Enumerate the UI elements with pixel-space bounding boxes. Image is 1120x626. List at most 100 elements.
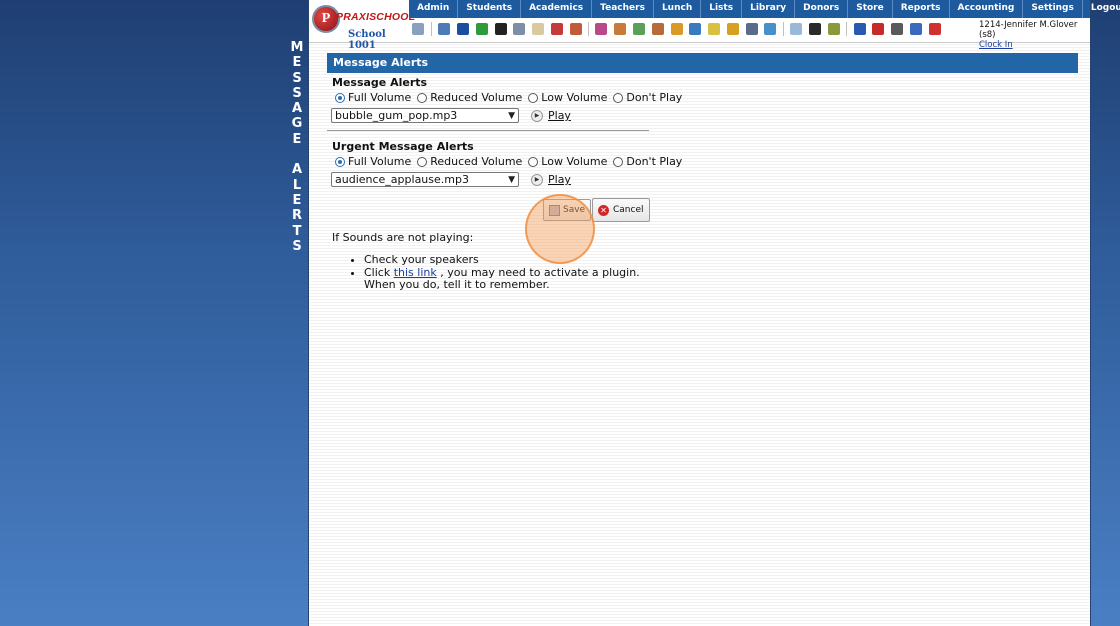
pencil-icon[interactable] — [707, 22, 721, 36]
register-icon[interactable] — [890, 22, 904, 36]
calendar-red-icon[interactable] — [550, 22, 564, 36]
book-icon[interactable] — [688, 22, 702, 36]
printer-icon[interactable] — [827, 22, 841, 36]
phone-icon[interactable] — [494, 22, 508, 36]
urgent-full-volume-radio[interactable] — [335, 156, 345, 167]
clock-in-link[interactable]: Clock In — [979, 40, 1090, 50]
header: P PRAXISCHOOL School 1001 Admin Students… — [309, 0, 1120, 51]
nav-students[interactable]: Students — [458, 0, 522, 18]
megaphone-icon[interactable] — [569, 22, 583, 36]
message-play-button[interactable]: ▶ Play — [531, 109, 571, 122]
side-title: M E S S A G E A L E R T S — [288, 40, 306, 254]
window-icon[interactable] — [789, 22, 803, 36]
message-alerts-title: Message Alerts — [332, 76, 428, 89]
message-sound-select[interactable]: bubble_gum_pop.mp3 ▼ — [331, 108, 519, 123]
printer-icon-glyph — [827, 23, 840, 35]
calendar-grid-icon[interactable] — [437, 22, 451, 36]
play-icon: ▶ — [531, 173, 543, 186]
side-title-letter: E — [292, 55, 302, 71]
side-title-letter: R — [291, 208, 302, 224]
help-icon[interactable] — [909, 22, 923, 36]
money-icon[interactable] — [632, 22, 646, 36]
urgent-sound-select[interactable]: audience_applause.mp3 ▼ — [331, 172, 519, 187]
help-intro: If Sounds are not playing: — [332, 231, 474, 244]
search-icon[interactable] — [411, 22, 425, 36]
message-low-volume-radio[interactable] — [528, 92, 539, 103]
radio-label: Full Volume — [348, 155, 412, 168]
window-icon-glyph — [790, 23, 803, 35]
at-sign-icon-glyph — [456, 23, 469, 35]
group-icon[interactable] — [651, 22, 665, 36]
pdf-icon[interactable] — [871, 22, 885, 36]
user-info: 1214-Jennifer M.Glover (s8) Clock In — [979, 20, 1090, 50]
battery-icon-glyph — [809, 23, 822, 35]
section-divider — [327, 130, 649, 131]
user-name: 1214-Jennifer M.Glover (s8) — [979, 20, 1078, 40]
users-icon[interactable] — [745, 22, 759, 36]
list-item: Click this link , you may need to activa… — [364, 265, 640, 292]
arrows-green-icon-glyph — [475, 23, 488, 35]
toolbar-separator — [782, 22, 784, 36]
message-dont-play-radio[interactable] — [613, 92, 624, 103]
clock-icon[interactable] — [763, 22, 777, 36]
help-text: When you do, tell it to remember. — [364, 278, 550, 291]
nav-lists[interactable]: Lists — [701, 0, 743, 18]
export-icon[interactable] — [726, 22, 740, 36]
icon-toolbar — [409, 19, 944, 39]
nav-library[interactable]: Library — [742, 0, 796, 18]
cancel-button[interactable]: ✕ Cancel — [592, 198, 650, 222]
side-title-letter: S — [292, 70, 302, 86]
nav-lunch[interactable]: Lunch — [654, 0, 702, 18]
calendar-grid-icon-glyph — [438, 23, 451, 35]
arrows-green-icon[interactable] — [475, 22, 489, 36]
nav-logout[interactable]: Logout — [1083, 0, 1120, 18]
urgent-reduced-volume-radio[interactable] — [417, 156, 428, 167]
help-list: Check your speakers Click this link , yo… — [349, 253, 640, 292]
nav-settings[interactable]: Settings — [1023, 0, 1083, 18]
side-title-letter: E — [292, 192, 302, 208]
power-icon-glyph — [928, 23, 941, 35]
speaker-icon-glyph — [513, 23, 526, 35]
radio-label: Don't Play — [626, 91, 683, 104]
users-icon-glyph — [745, 23, 758, 35]
nav-admin[interactable]: Admin — [409, 0, 459, 18]
phone-icon-glyph — [494, 23, 507, 35]
nav-teachers[interactable]: Teachers — [592, 0, 654, 18]
nav-academics[interactable]: Academics — [521, 0, 593, 18]
radio-label: Reduced Volume — [430, 155, 523, 168]
urgent-alerts-title: Urgent Message Alerts — [332, 140, 474, 153]
side-title-letter: S — [292, 238, 302, 254]
battery-icon[interactable] — [808, 22, 822, 36]
pencil-icon-glyph — [708, 23, 721, 35]
panel-title: Message Alerts — [327, 53, 1078, 73]
urgent-dont-play-radio[interactable] — [613, 156, 624, 167]
logo[interactable]: P PRAXISCHOOL School 1001 — [310, 2, 415, 51]
help-icon-glyph — [909, 23, 922, 35]
power-icon[interactable] — [928, 22, 942, 36]
urgent-low-volume-radio[interactable] — [528, 156, 539, 167]
school-name: School 1001 — [348, 29, 386, 51]
notepad-icon[interactable] — [531, 22, 545, 36]
nav-store[interactable]: Store — [848, 0, 893, 18]
message-reduced-volume-radio[interactable] — [417, 92, 428, 103]
nav-reports[interactable]: Reports — [893, 0, 950, 18]
radio-label: Low Volume — [541, 155, 608, 168]
teacher-icon[interactable] — [594, 22, 608, 36]
cancel-label: Cancel — [613, 205, 644, 215]
nav-donors[interactable]: Donors — [795, 0, 849, 18]
ap-icon[interactable] — [853, 22, 867, 36]
speaker-icon[interactable] — [512, 22, 526, 36]
help-text: Click — [364, 265, 394, 279]
search-icon-glyph — [412, 23, 425, 35]
megaphone-icon-glyph — [569, 23, 582, 35]
lunch-icon[interactable] — [670, 22, 684, 36]
nav-accounting[interactable]: Accounting — [950, 0, 1024, 18]
toolbar-separator — [588, 22, 590, 36]
clock-icon-glyph — [764, 23, 777, 35]
student-icon[interactable] — [613, 22, 627, 36]
urgent-play-button[interactable]: ▶ Play — [531, 173, 571, 186]
at-sign-icon[interactable] — [456, 22, 470, 36]
plugin-link[interactable]: this link — [394, 266, 437, 279]
toolbar-separator — [846, 22, 848, 36]
message-full-volume-radio[interactable] — [335, 92, 345, 103]
